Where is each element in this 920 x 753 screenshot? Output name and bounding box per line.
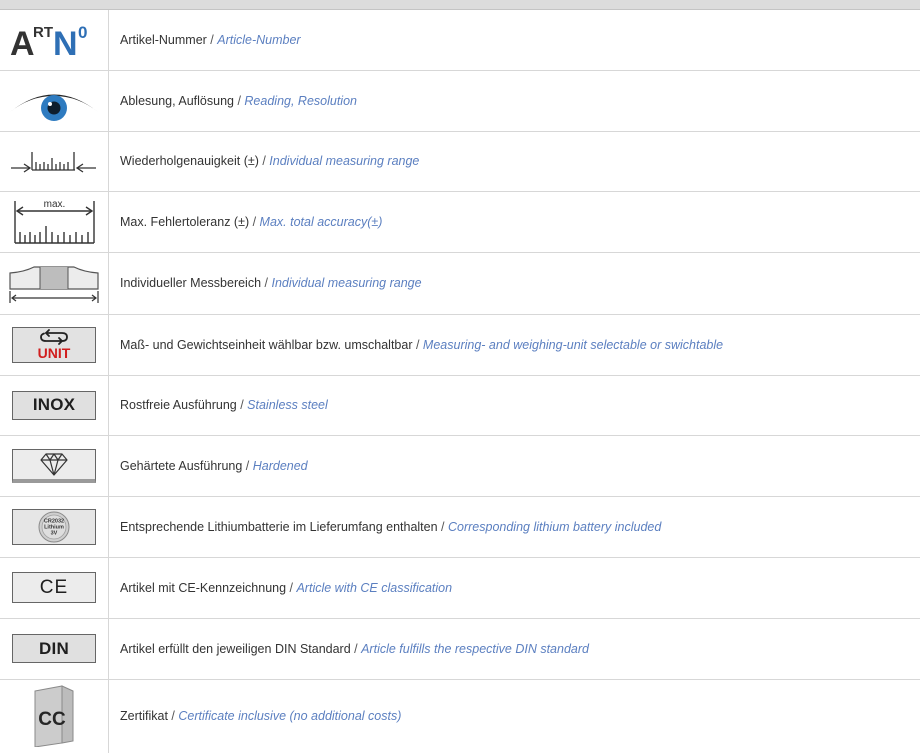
repeatability-scale-icon <box>11 152 96 173</box>
legend-row-article-number: A RT N 0 Artikel-Nummer / Article-Number <box>0 10 920 71</box>
legend-row-unit-switch: UNIT Maß- und Gewichtseinheit wählbar bz… <box>0 314 920 376</box>
icon-cell <box>0 131 109 191</box>
inox-icon: INOX <box>12 390 96 420</box>
din-label: DIN <box>39 638 69 658</box>
legend-row-reading: Ablesung, Auflösung / Reading, Resolutio… <box>0 70 920 132</box>
diamond-icon <box>12 448 96 483</box>
icon-cell <box>0 252 109 314</box>
inox-label: INOX <box>32 395 76 414</box>
icon-cell: DIN <box>0 618 109 679</box>
icon-cell: UNIT <box>0 314 109 375</box>
legend-text: Max. Fehlertoleranz (±) / Max. total acc… <box>120 214 383 229</box>
ce-mark-icon: CE <box>12 572 96 603</box>
legend-text: Artikel erfüllt den jeweiligen DIN Stand… <box>120 641 589 656</box>
legend-row-inox: INOX Rostfreie Ausführung / Stainless st… <box>0 375 920 436</box>
max-tolerance-icon: max. <box>14 199 95 244</box>
measuring-range-icon <box>9 266 99 303</box>
svg-text:CC: CC <box>38 709 66 730</box>
icon-cell: A RT N 0 <box>0 10 109 70</box>
legend-text: Individueller Messbereich / Individual m… <box>120 276 422 290</box>
eye-icon <box>10 94 98 121</box>
legend-text: Entsprechende Lithiumbatterie im Lieferu… <box>120 519 662 534</box>
legend-text: Gehärtete Ausführung / Hardened <box>120 458 308 473</box>
battery-icon: CR2032 Lithium 3V <box>12 508 96 545</box>
certificate-icon: CC <box>34 685 74 747</box>
svg-text:RT: RT <box>33 24 53 41</box>
legend-text: Artikel-Nummer / Article-Number <box>120 33 301 47</box>
legend-text: Wiederholgenauigkeit (±) / Individual me… <box>120 154 420 168</box>
svg-text:N: N <box>53 25 78 60</box>
legend-row-din: DIN Artikel erfüllt den jeweiligen DIN S… <box>0 618 920 680</box>
legend-row-ce: CE Artikel mit CE-Kennzeichnung / Articl… <box>0 557 920 619</box>
icon-cell: max. <box>0 191 109 252</box>
legend-row-measuring-range: Individueller Messbereich / Individual m… <box>0 252 920 315</box>
legend-row-battery: CR2032 Lithium 3V Entsprechende Lithiumb… <box>0 496 920 558</box>
icon-cell: CC <box>0 679 109 753</box>
legend-text: Ablesung, Auflösung / Reading, Resolutio… <box>120 93 357 108</box>
legend-text: Maß- und Gewichtseinheit wählbar bzw. um… <box>120 337 724 352</box>
legend-row-repeatability: Wiederholgenauigkeit (±) / Individual me… <box>0 131 920 192</box>
icon-cell <box>0 435 109 496</box>
legend-row-max-tolerance: max. Max. Fehlertoleranz (±) / Max. tota… <box>0 191 920 253</box>
article-number-icon: A RT N 0 <box>10 23 87 60</box>
svg-text:A: A <box>10 25 35 60</box>
din-icon: DIN <box>12 634 96 663</box>
icon-cell: CE <box>0 557 109 618</box>
legend-row-hardened: Gehärtete Ausführung / Hardened <box>0 435 920 497</box>
unit-switch-icon: UNIT <box>12 326 96 363</box>
svg-text:UNIT: UNIT <box>38 345 71 361</box>
icon-cell <box>0 70 109 131</box>
header-bar <box>0 0 920 10</box>
ce-mark-label: CE <box>39 576 69 598</box>
icon-cell: INOX <box>0 375 109 435</box>
svg-text:0: 0 <box>78 23 87 42</box>
legend-row-certificate: CC Zertifikat / Certificate inclusive (n… <box>0 679 920 753</box>
legend-text: Artikel mit CE-Kennzeichnung / Article w… <box>120 580 453 595</box>
svg-text:max.: max. <box>44 199 66 210</box>
svg-text:3V: 3V <box>51 530 58 536</box>
legend-text: Rostfreie Ausführung / Stainless steel <box>120 398 328 412</box>
legend-text: Zertifikat / Certificate inclusive (no a… <box>120 709 402 723</box>
icon-cell: CR2032 Lithium 3V <box>0 496 109 557</box>
